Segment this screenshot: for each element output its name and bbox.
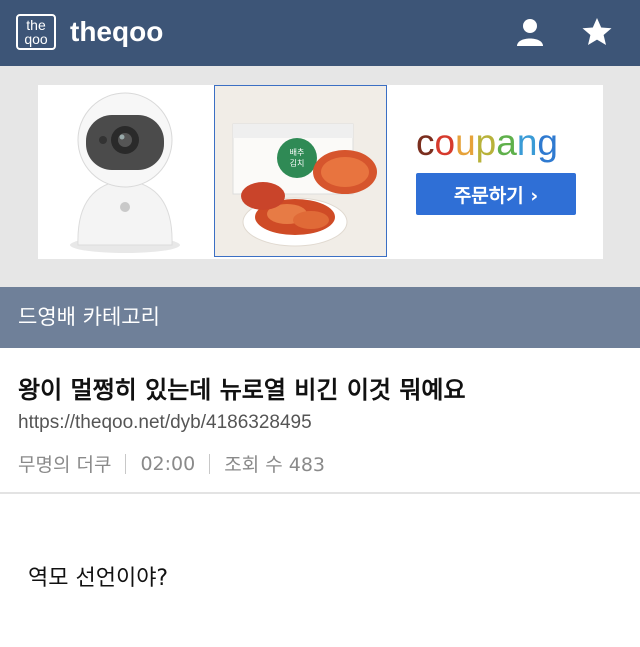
post-url[interactable]: https://theqoo.net/dyb/4186328495 — [18, 412, 312, 434]
site-logo[interactable]: the qoo — [16, 14, 56, 50]
post-views: 조회 수 483 — [224, 454, 326, 476]
order-button[interactable]: 주문하기 › — [416, 173, 576, 215]
user-icon[interactable] — [514, 16, 546, 48]
logo-line-2: qoo — [24, 31, 48, 47]
post-header: 왕이 멀쩡히 있는데 뉴로열 비긴 이것 뭐예요 https://theqoo.… — [0, 348, 640, 494]
top-header: the qoo theqoo — [0, 0, 640, 66]
category-bar[interactable]: 드영배 카테고리 — [0, 287, 640, 348]
post-author: 무명의 더쿠 — [18, 454, 112, 476]
post-body: 역모 선언이야? — [28, 566, 169, 591]
logo-line-1: the — [26, 17, 46, 33]
post-meta: 무명의 더쿠 02:00 조회 수 483 — [18, 450, 325, 477]
star-icon[interactable] — [581, 16, 613, 48]
svg-text:배추: 배추 — [290, 148, 305, 157]
kimchi-illustration: 배추 김치 — [215, 86, 386, 256]
coupang-logo[interactable]: coupang — [416, 123, 558, 163]
post-title: 왕이 멀쩡히 있는데 뉴로열 비긴 이것 뭐예요 — [18, 376, 466, 404]
meta-divider — [125, 453, 127, 474]
svg-text:김치: 김치 — [290, 158, 305, 168]
kimchi-product-image[interactable]: 배추 김치 — [214, 85, 387, 257]
meta-divider — [209, 453, 211, 474]
site-name[interactable]: theqoo — [70, 14, 163, 50]
post-time: 02:00 — [140, 452, 196, 475]
ad-banner[interactable]: 배추 김치 coupang 주문하기 › — [38, 85, 603, 259]
security-camera-image[interactable] — [38, 85, 212, 259]
ad-area: 배추 김치 coupang 주문하기 › — [0, 66, 640, 287]
